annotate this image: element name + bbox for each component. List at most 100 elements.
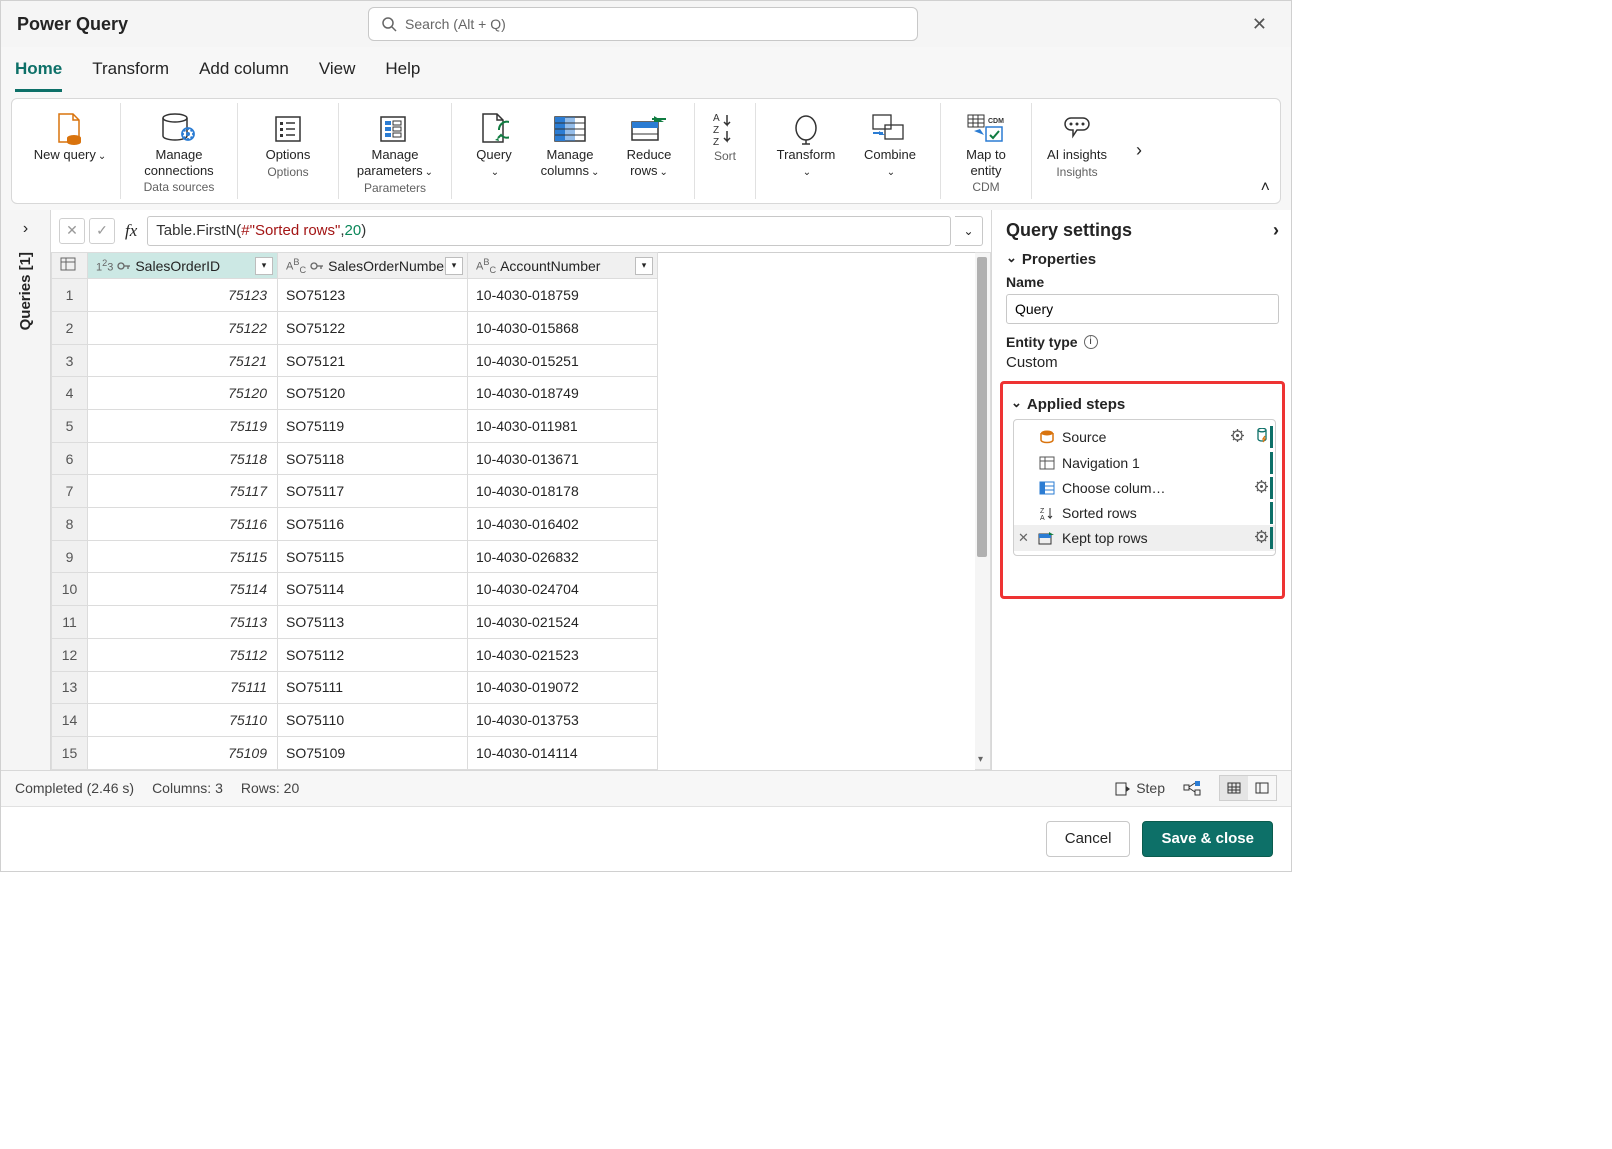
- cell[interactable]: 10-4030-014114: [468, 736, 658, 769]
- row-number[interactable]: 11: [52, 606, 88, 639]
- cell[interactable]: 10-4030-019072: [468, 671, 658, 704]
- sort-button[interactable]: AZZA: [705, 107, 745, 147]
- row-number[interactable]: 8: [52, 508, 88, 541]
- cell[interactable]: 75118: [88, 442, 278, 475]
- applied-step[interactable]: ✕Kept top rows: [1014, 525, 1275, 551]
- query-name-input[interactable]: [1006, 294, 1279, 324]
- table-row[interactable]: 12 75112 SO75112 10-4030-021523: [52, 638, 658, 671]
- formula-accept-button[interactable]: ✓: [89, 218, 115, 244]
- row-number[interactable]: 6: [52, 442, 88, 475]
- cell[interactable]: 10-4030-021524: [468, 606, 658, 639]
- search-box[interactable]: Search (Alt + Q): [368, 7, 918, 41]
- row-number[interactable]: 14: [52, 704, 88, 737]
- cell[interactable]: SO75110: [278, 704, 468, 737]
- table-row[interactable]: 6 75118 SO75118 10-4030-013671: [52, 442, 658, 475]
- cell[interactable]: SO75118: [278, 442, 468, 475]
- cell[interactable]: SO75115: [278, 540, 468, 573]
- applied-steps-header[interactable]: Applied steps: [1003, 396, 1282, 413]
- column-filter-button[interactable]: ▾: [445, 257, 463, 275]
- table-row[interactable]: 14 75110 SO75110 10-4030-013753: [52, 704, 658, 737]
- table-row[interactable]: 15 75109 SO75109 10-4030-014114: [52, 736, 658, 769]
- table-row[interactable]: 7 75117 SO75117 10-4030-018178: [52, 475, 658, 508]
- cell[interactable]: SO75112: [278, 638, 468, 671]
- cell[interactable]: SO75113: [278, 606, 468, 639]
- cell[interactable]: 10-4030-021523: [468, 638, 658, 671]
- column-filter-button[interactable]: ▾: [635, 257, 653, 275]
- properties-section-header[interactable]: Properties: [1006, 251, 1279, 268]
- cell[interactable]: 75115: [88, 540, 278, 573]
- transform-button[interactable]: Transform⌄: [766, 107, 846, 179]
- cell[interactable]: SO75121: [278, 344, 468, 377]
- tab-transform[interactable]: Transform: [92, 57, 169, 92]
- cell[interactable]: SO75109: [278, 736, 468, 769]
- cell[interactable]: SO75116: [278, 508, 468, 541]
- row-number[interactable]: 1: [52, 279, 88, 312]
- column-header-salesordernumber[interactable]: ABCSalesOrderNumber ▾: [278, 252, 468, 279]
- step-delete-button[interactable]: ✕: [1018, 530, 1029, 546]
- manage-connections-button[interactable]: Manage connections: [131, 107, 227, 178]
- grid-corner[interactable]: [52, 252, 88, 279]
- cell[interactable]: 10-4030-015251: [468, 344, 658, 377]
- manage-parameters-button[interactable]: Manage parameters⌄: [349, 107, 441, 179]
- applied-step[interactable]: Source: [1014, 424, 1275, 451]
- info-icon[interactable]: i: [1084, 335, 1098, 349]
- row-number[interactable]: 15: [52, 736, 88, 769]
- cell[interactable]: 75111: [88, 671, 278, 704]
- applied-step[interactable]: ZASorted rows: [1014, 501, 1275, 525]
- table-row[interactable]: 3 75121 SO75121 10-4030-015251: [52, 344, 658, 377]
- formula-input[interactable]: Table.FirstN(#"Sorted rows", 20): [147, 216, 951, 246]
- row-number[interactable]: 9: [52, 540, 88, 573]
- row-number[interactable]: 2: [52, 312, 88, 345]
- cell[interactable]: SO75111: [278, 671, 468, 704]
- cell[interactable]: 10-4030-018759: [468, 279, 658, 312]
- column-header-salesorderid[interactable]: 123SalesOrderID ▾: [88, 252, 278, 279]
- cell[interactable]: 10-4030-016402: [468, 508, 658, 541]
- table-row[interactable]: 13 75111 SO75111 10-4030-019072: [52, 671, 658, 704]
- table-row[interactable]: 1 75123 SO75123 10-4030-018759: [52, 279, 658, 312]
- ai-insights-button[interactable]: AI insights: [1042, 107, 1112, 163]
- applied-step[interactable]: Navigation 1: [1014, 451, 1275, 475]
- column-filter-button[interactable]: ▾: [255, 257, 273, 275]
- row-number[interactable]: 5: [52, 410, 88, 443]
- table-row[interactable]: 9 75115 SO75115 10-4030-026832: [52, 540, 658, 573]
- combine-button[interactable]: Combine⌄: [850, 107, 930, 179]
- step-settings-button[interactable]: [1254, 529, 1269, 547]
- cancel-button[interactable]: Cancel: [1046, 821, 1131, 857]
- row-number[interactable]: 13: [52, 671, 88, 704]
- save-close-button[interactable]: Save & close: [1142, 821, 1273, 857]
- table-row[interactable]: 5 75119 SO75119 10-4030-011981: [52, 410, 658, 443]
- row-number[interactable]: 10: [52, 573, 88, 606]
- formula-expand-button[interactable]: ⌄: [955, 216, 983, 246]
- query-button[interactable]: Query⌄: [462, 107, 526, 179]
- scrollbar-thumb[interactable]: [977, 257, 987, 557]
- formula-cancel-button[interactable]: ✕: [59, 218, 85, 244]
- grid-view-button[interactable]: [1220, 776, 1248, 800]
- row-number[interactable]: 4: [52, 377, 88, 410]
- cell[interactable]: 10-4030-018178: [468, 475, 658, 508]
- cell[interactable]: 10-4030-024704: [468, 573, 658, 606]
- row-number[interactable]: 3: [52, 344, 88, 377]
- cell[interactable]: SO75122: [278, 312, 468, 345]
- cell[interactable]: SO75123: [278, 279, 468, 312]
- cell[interactable]: 75114: [88, 573, 278, 606]
- cell[interactable]: 10-4030-013671: [468, 442, 658, 475]
- cell[interactable]: 10-4030-015868: [468, 312, 658, 345]
- table-row[interactable]: 10 75114 SO75114 10-4030-024704: [52, 573, 658, 606]
- diagram-view-button[interactable]: [1183, 780, 1201, 796]
- row-number[interactable]: 12: [52, 638, 88, 671]
- step-settings-button[interactable]: [1254, 479, 1269, 497]
- table-row[interactable]: 2 75122 SO75122 10-4030-015868: [52, 312, 658, 345]
- cell[interactable]: 10-4030-013753: [468, 704, 658, 737]
- cell[interactable]: 75119: [88, 410, 278, 443]
- settings-expand-button[interactable]: ›: [1273, 220, 1279, 241]
- options-button[interactable]: Options: [248, 107, 328, 163]
- cell[interactable]: 75121: [88, 344, 278, 377]
- cell[interactable]: 75123: [88, 279, 278, 312]
- cell[interactable]: 10-4030-011981: [468, 410, 658, 443]
- tab-view[interactable]: View: [319, 57, 356, 92]
- ribbon-overflow-button[interactable]: ›: [1122, 103, 1156, 199]
- cell[interactable]: SO75114: [278, 573, 468, 606]
- step-settings-button[interactable]: [1230, 428, 1245, 446]
- cell[interactable]: 75110: [88, 704, 278, 737]
- step-button[interactable]: Step: [1115, 780, 1165, 796]
